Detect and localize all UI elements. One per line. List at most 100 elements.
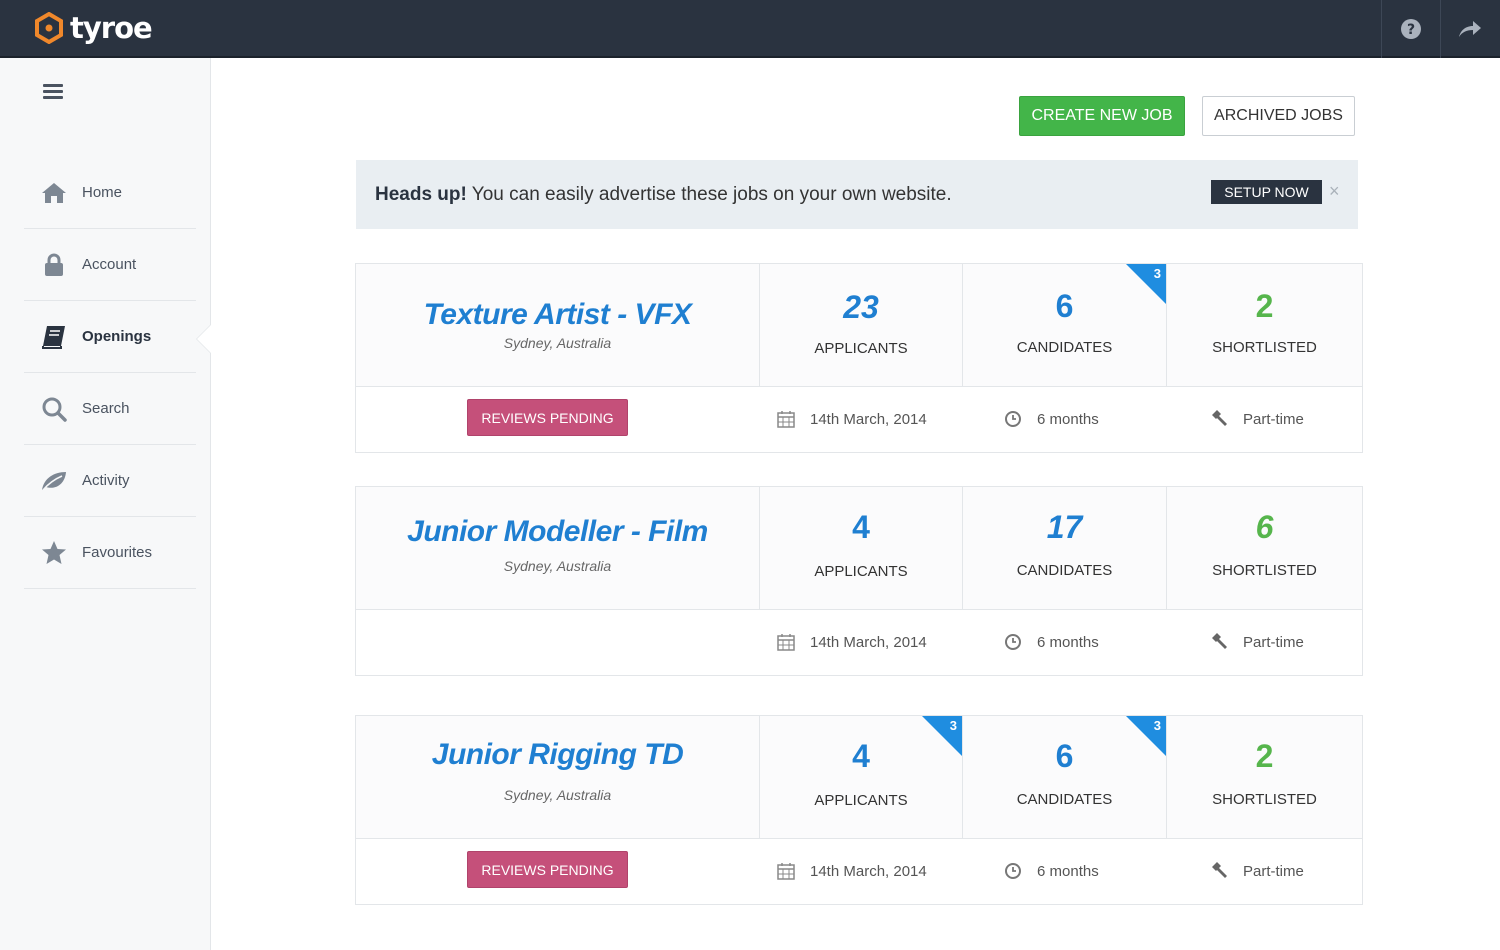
- job-card-meta: REVIEWS PENDING 14th March, 2014 6 month…: [356, 839, 1362, 904]
- job-type-text: Part-time: [1243, 410, 1304, 428]
- job-type-text: Part-time: [1243, 862, 1304, 880]
- job-date: 14th March, 2014: [776, 409, 927, 429]
- hammer-icon: [1209, 861, 1229, 881]
- sidebar-item-label: Activity: [82, 472, 130, 489]
- job-card-stats: Texture Artist - VFX Sydney, Australia 2…: [356, 264, 1362, 387]
- shortlisted-stat[interactable]: 2 SHORTLISTED: [1166, 264, 1362, 386]
- job-title-cell[interactable]: Junior Rigging TD Sydney, Australia: [356, 716, 759, 838]
- calendar-icon: [776, 632, 796, 652]
- create-new-job-button[interactable]: CREATE NEW JOB: [1019, 96, 1185, 136]
- job-date-text: 14th March, 2014: [810, 410, 927, 428]
- job-card: Junior Modeller - Film Sydney, Australia…: [355, 486, 1363, 676]
- shortlisted-stat[interactable]: 6 SHORTLISTED: [1166, 487, 1362, 609]
- candidates-stat[interactable]: 6 CANDIDATES 3: [962, 716, 1166, 838]
- job-type: Part-time: [1209, 861, 1304, 881]
- sidebar-item-activity[interactable]: Activity: [24, 445, 196, 517]
- sidebar-item-home[interactable]: Home: [24, 157, 196, 229]
- sidebar-item-account[interactable]: Account: [24, 229, 196, 301]
- alert-heading: Heads up!: [375, 184, 467, 205]
- home-icon: [40, 179, 68, 207]
- applicants-stat[interactable]: 4 APPLICANTS: [759, 487, 962, 609]
- clock-icon: [1003, 632, 1023, 652]
- job-date-text: 14th March, 2014: [810, 862, 927, 880]
- search-icon: [40, 395, 68, 423]
- sidebar: Home Account Openings Search Activity Fa…: [0, 58, 211, 950]
- question-icon: ?: [1401, 19, 1421, 39]
- lock-icon: [40, 251, 68, 279]
- new-badge-count: 3: [1153, 718, 1161, 733]
- sidebar-item-label: Search: [82, 400, 130, 417]
- candidates-count: 17: [1046, 509, 1083, 545]
- reviews-pending-button[interactable]: REVIEWS PENDING: [467, 851, 628, 888]
- shortlisted-count: 2: [1255, 288, 1274, 324]
- shortlisted-count: 6: [1255, 509, 1274, 545]
- applicants-stat[interactable]: 4 APPLICANTS 3: [759, 716, 962, 838]
- book-icon: [40, 323, 68, 351]
- archived-jobs-button[interactable]: ARCHIVED JOBS: [1202, 96, 1355, 136]
- job-date-text: 14th March, 2014: [810, 633, 927, 651]
- candidates-stat[interactable]: 17 CANDIDATES: [962, 487, 1166, 609]
- applicants-label: APPLICANTS: [814, 792, 908, 809]
- applicants-stat[interactable]: 23 APPLICANTS: [759, 264, 962, 386]
- reviews-pending-button[interactable]: REVIEWS PENDING: [467, 399, 628, 436]
- candidates-stat[interactable]: 6 CANDIDATES 3: [962, 264, 1166, 386]
- leaf-icon: [40, 467, 68, 495]
- sidebar-item-label: Openings: [82, 328, 152, 345]
- clock-icon: [1003, 409, 1023, 429]
- hammer-icon: [1209, 632, 1229, 652]
- job-type: Part-time: [1209, 409, 1304, 429]
- sidebar-item-openings[interactable]: Openings: [24, 301, 196, 373]
- clock-icon: [1003, 861, 1023, 881]
- job-duration: 6 months: [1003, 861, 1099, 881]
- share-arrow-icon: [1459, 21, 1481, 37]
- sidebar-item-search[interactable]: Search: [24, 373, 196, 445]
- job-title[interactable]: Texture Artist - VFX: [356, 298, 759, 332]
- shortlisted-label: SHORTLISTED: [1212, 339, 1317, 356]
- top-bar: tyroe ?: [0, 0, 1500, 58]
- sidebar-item-label: Account: [82, 256, 137, 273]
- candidates-label: CANDIDATES: [1016, 791, 1113, 808]
- hamburger-menu-icon[interactable]: [43, 84, 63, 100]
- job-location: Sydney, Australia: [503, 787, 612, 803]
- alert-text: You can easily advertise these jobs on y…: [466, 184, 952, 205]
- sidebar-item-label: Favourites: [82, 544, 153, 561]
- applicants-label: APPLICANTS: [814, 563, 908, 580]
- logo-hexagon-icon: [35, 12, 63, 44]
- shortlisted-stat[interactable]: 2 SHORTLISTED: [1166, 716, 1362, 838]
- logo[interactable]: tyroe: [34, 10, 153, 46]
- shortlisted-label: SHORTLISTED: [1212, 791, 1317, 808]
- hammer-icon: [1209, 409, 1229, 429]
- candidates-label: CANDIDATES: [1016, 562, 1113, 579]
- job-location: Sydney, Australia: [503, 558, 612, 574]
- setup-now-button[interactable]: SETUP NOW: [1211, 180, 1322, 204]
- job-title[interactable]: Junior Modeller - Film: [356, 515, 759, 549]
- job-card-stats: Junior Rigging TD Sydney, Australia 4 AP…: [356, 716, 1362, 839]
- job-type-text: Part-time: [1243, 633, 1304, 651]
- svg-text:?: ?: [1407, 22, 1415, 38]
- alert-message: Heads up! You can easily advertise these…: [375, 184, 952, 206]
- job-duration: 6 months: [1003, 632, 1099, 652]
- share-button[interactable]: [1440, 0, 1499, 58]
- job-card-meta: 14th March, 2014 6 months Part-time: [356, 610, 1362, 675]
- shortlisted-count: 2: [1255, 738, 1274, 774]
- job-card: Texture Artist - VFX Sydney, Australia 2…: [355, 263, 1363, 453]
- job-location: Sydney, Australia: [503, 335, 612, 351]
- shortlisted-label: SHORTLISTED: [1212, 562, 1317, 579]
- job-title[interactable]: Junior Rigging TD: [356, 738, 759, 772]
- close-icon[interactable]: ×: [1329, 181, 1340, 202]
- job-date: 14th March, 2014: [776, 632, 927, 652]
- candidates-label: CANDIDATES: [1016, 339, 1113, 356]
- calendar-icon: [776, 861, 796, 881]
- job-title-cell[interactable]: Texture Artist - VFX Sydney, Australia: [356, 264, 759, 386]
- applicants-label: APPLICANTS: [814, 340, 908, 357]
- help-button[interactable]: ?: [1381, 0, 1440, 58]
- job-duration-text: 6 months: [1037, 410, 1099, 428]
- sidebar-item-favourites[interactable]: Favourites: [24, 517, 196, 589]
- new-badge-count: 3: [1153, 266, 1161, 281]
- star-icon: [40, 539, 68, 567]
- calendar-icon: [776, 409, 796, 429]
- active-indicator: [197, 325, 211, 353]
- new-badge-count: 3: [949, 718, 957, 733]
- job-title-cell[interactable]: Junior Modeller - Film Sydney, Australia: [356, 487, 759, 609]
- applicants-count: 23: [843, 289, 879, 325]
